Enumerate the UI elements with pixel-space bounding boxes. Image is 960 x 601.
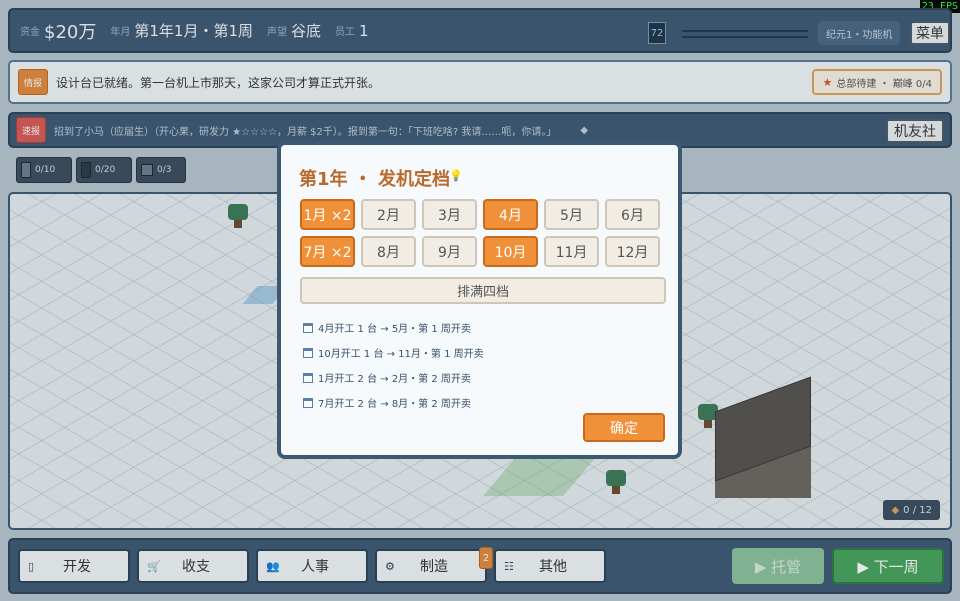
- month-button[interactable]: 9月: [422, 236, 477, 267]
- schedule-list: 4月开工 1 台 → 5月・第 1 周开卖 10月开工 1 台 → 11月・第 …: [303, 315, 484, 415]
- calendar-icon: [303, 397, 313, 408]
- confirm-button[interactable]: 确定: [583, 413, 665, 442]
- calendar-icon: [303, 322, 313, 333]
- lightbulb-icon: 💡: [449, 169, 463, 182]
- month-button[interactable]: 6月: [605, 199, 660, 230]
- schedule-row: 4月开工 1 台 → 5月・第 1 周开卖: [303, 315, 484, 340]
- month-button[interactable]: 10月: [483, 236, 538, 267]
- month-button[interactable]: 11月: [544, 236, 599, 267]
- schedule-row: 7月开工 2 台 → 8月・第 2 周开卖: [303, 390, 484, 415]
- fill-four-slots-button[interactable]: 排满四档: [300, 277, 666, 304]
- release-schedule-dialog: 第1年 ・ 发机定档 💡 1月 ×2 2月 3月 4月 5月 6月 7月 ×2 8月 9月 10月…: [277, 141, 682, 459]
- dialog-title: 第1年 ・ 发机定档: [299, 169, 451, 190]
- month-grid: 1月 ×2 2月 3月 4月 5月 6月 7月 ×2 8月 9月 10月 11月 12月: [300, 199, 666, 267]
- calendar-icon: [303, 372, 313, 383]
- schedule-text: 4月开工 1 台 → 5月・第 1 周开卖: [318, 324, 471, 335]
- schedule-text: 7月开工 2 台 → 8月・第 2 周开卖: [318, 399, 471, 410]
- schedule-row: 10月开工 1 台 → 11月・第 1 周开卖: [303, 340, 484, 365]
- month-button[interactable]: 1月 ×2: [300, 199, 355, 230]
- month-button[interactable]: 4月: [483, 199, 538, 230]
- month-button[interactable]: 7月 ×2: [300, 236, 355, 267]
- month-button[interactable]: 5月: [544, 199, 599, 230]
- month-button[interactable]: 3月: [422, 199, 477, 230]
- schedule-text: 1月开工 2 台 → 2月・第 2 周开卖: [318, 374, 471, 385]
- month-button[interactable]: 12月: [605, 236, 660, 267]
- month-button[interactable]: 2月: [361, 199, 416, 230]
- schedule-row: 1月开工 2 台 → 2月・第 2 周开卖: [303, 365, 484, 390]
- calendar-icon: [303, 347, 313, 358]
- month-button[interactable]: 8月: [361, 236, 416, 267]
- schedule-text: 10月开工 1 台 → 11月・第 1 周开卖: [318, 349, 484, 360]
